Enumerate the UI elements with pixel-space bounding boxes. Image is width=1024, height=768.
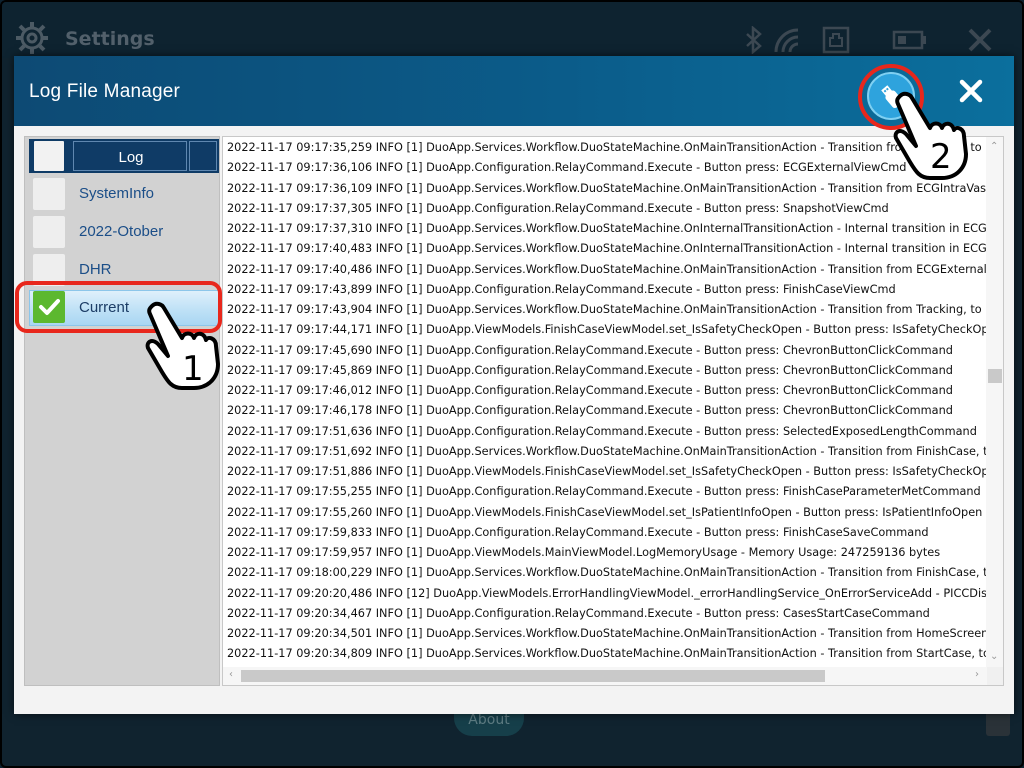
vertical-scrollbar[interactable]: ⌃ ⌄ <box>986 137 1003 667</box>
checkbox[interactable] <box>33 216 65 248</box>
wifi-icon <box>774 28 799 53</box>
gear-icon <box>16 22 48 54</box>
list-item-label: DHR <box>79 261 112 278</box>
checkbox[interactable] <box>33 178 65 210</box>
log-line: 2022-11-17 09:17:51,886 INFO [1] DuoApp.… <box>227 465 987 478</box>
background-topbar: Settings <box>2 2 1022 58</box>
scroll-right-icon[interactable]: › <box>975 669 979 680</box>
log-line: 2022-11-17 09:18:00,229 INFO [1] DuoApp.… <box>227 566 987 580</box>
horizontal-scroll-thumb[interactable] <box>241 670 825 682</box>
log-line: 2022-11-17 09:17:44,171 INFO [1] DuoApp.… <box>227 323 987 337</box>
log-line: 2022-11-17 09:17:36,106 INFO [1] DuoApp.… <box>227 161 907 175</box>
log-line: 2022-11-17 09:17:37,310 INFO [1] DuoApp.… <box>227 222 987 235</box>
log-viewer[interactable]: 2022-11-17 09:17:35,259 INFO [1] DuoApp.… <box>222 136 1004 686</box>
list-item-log-header[interactable]: Log <box>29 139 219 173</box>
log-line: 2022-11-17 09:17:45,869 INFO [1] DuoApp.… <box>227 363 953 377</box>
log-line: 2022-11-17 09:17:55,255 INFO [1] DuoApp.… <box>227 485 981 499</box>
log-line: 2022-11-17 09:20:34,809 INFO [1] DuoApp.… <box>227 647 987 661</box>
pointing-hand-icon: 2 <box>893 91 968 180</box>
list-item-2022-otober[interactable]: 2022-Otober <box>29 215 219 249</box>
screen-frame: Settings About Log File Manager Log Syst… <box>0 0 1024 768</box>
log-file-list: Log SystemInfo 2022-Otober DHR Current <box>24 136 220 686</box>
log-line: 2022-11-17 09:17:43,904 INFO [1] DuoApp.… <box>227 303 987 316</box>
background-close-icon <box>968 28 992 52</box>
log-line: 2022-11-17 09:17:46,012 INFO [1] DuoApp.… <box>227 384 953 397</box>
vertical-scroll-thumb[interactable] <box>988 369 1002 383</box>
log-line: 2022-11-17 09:17:45,690 INFO [1] DuoApp.… <box>227 343 953 357</box>
log-line: 2022-11-17 09:17:37,305 INFO [1] DuoApp.… <box>227 201 889 215</box>
log-line: 2022-11-17 09:17:40,483 INFO [1] DuoApp.… <box>227 242 987 256</box>
log-line: 2022-11-17 09:17:51,692 INFO [1] DuoApp.… <box>227 444 987 458</box>
bluetooth-icon <box>746 26 762 54</box>
log-lines: 2022-11-17 09:17:35,259 INFO [1] DuoApp.… <box>227 138 987 665</box>
background-title: Settings <box>65 28 155 50</box>
step-2-label: 2 <box>930 137 952 177</box>
battery-icon <box>892 30 926 50</box>
log-line: 2022-11-17 09:17:35,259 INFO [1] DuoApp.… <box>227 141 987 154</box>
log-line: 2022-11-17 09:17:36,109 INFO [1] DuoApp.… <box>227 181 987 195</box>
horizontal-scrollbar[interactable]: ‹ › <box>223 667 987 685</box>
log-line: 2022-11-17 09:20:20,486 INFO [12] DuoApp… <box>227 586 987 600</box>
log-line: 2022-11-17 09:17:43,899 INFO [1] DuoApp.… <box>227 282 896 296</box>
list-item-systeminfo[interactable]: SystemInfo <box>29 177 219 211</box>
list-item-label: 2022-Otober <box>79 223 164 240</box>
dialog-header: Log File Manager <box>14 56 1014 130</box>
pointing-hand-icon: 1 <box>145 301 220 390</box>
dialog-title: Log File Manager <box>29 81 181 102</box>
log-header-end <box>189 141 217 171</box>
log-line: 2022-11-17 09:20:34,501 INFO [1] DuoApp.… <box>227 627 987 640</box>
log-line: 2022-11-17 09:17:40,486 INFO [1] DuoApp.… <box>227 262 987 276</box>
log-line: 2022-11-17 09:17:59,957 INFO [1] DuoApp.… <box>227 546 941 559</box>
log-line: 2022-11-17 09:17:51,636 INFO [1] DuoApp.… <box>227 424 977 438</box>
list-item-label: Log <box>118 149 144 166</box>
ethernet-icon <box>822 26 850 54</box>
scroll-left-icon[interactable]: ‹ <box>229 669 233 680</box>
list-item-label: SystemInfo <box>79 185 155 202</box>
scroll-up-icon[interactable]: ⌃ <box>990 141 998 152</box>
checkbox[interactable] <box>33 140 65 172</box>
scroll-down-icon[interactable]: ⌄ <box>990 651 998 662</box>
log-line: 2022-11-17 09:17:46,178 INFO [1] DuoApp.… <box>227 404 953 418</box>
log-line: 2022-11-17 09:17:59,833 INFO [1] DuoApp.… <box>227 525 929 539</box>
log-line: 2022-11-17 09:17:55,260 INFO [1] DuoApp.… <box>227 505 983 519</box>
step-1-label: 1 <box>182 349 204 389</box>
scrollbar-corner <box>987 667 1003 685</box>
log-line: 2022-11-17 09:20:34,467 INFO [1] DuoApp.… <box>227 606 930 620</box>
log-header-box: Log <box>73 141 187 171</box>
